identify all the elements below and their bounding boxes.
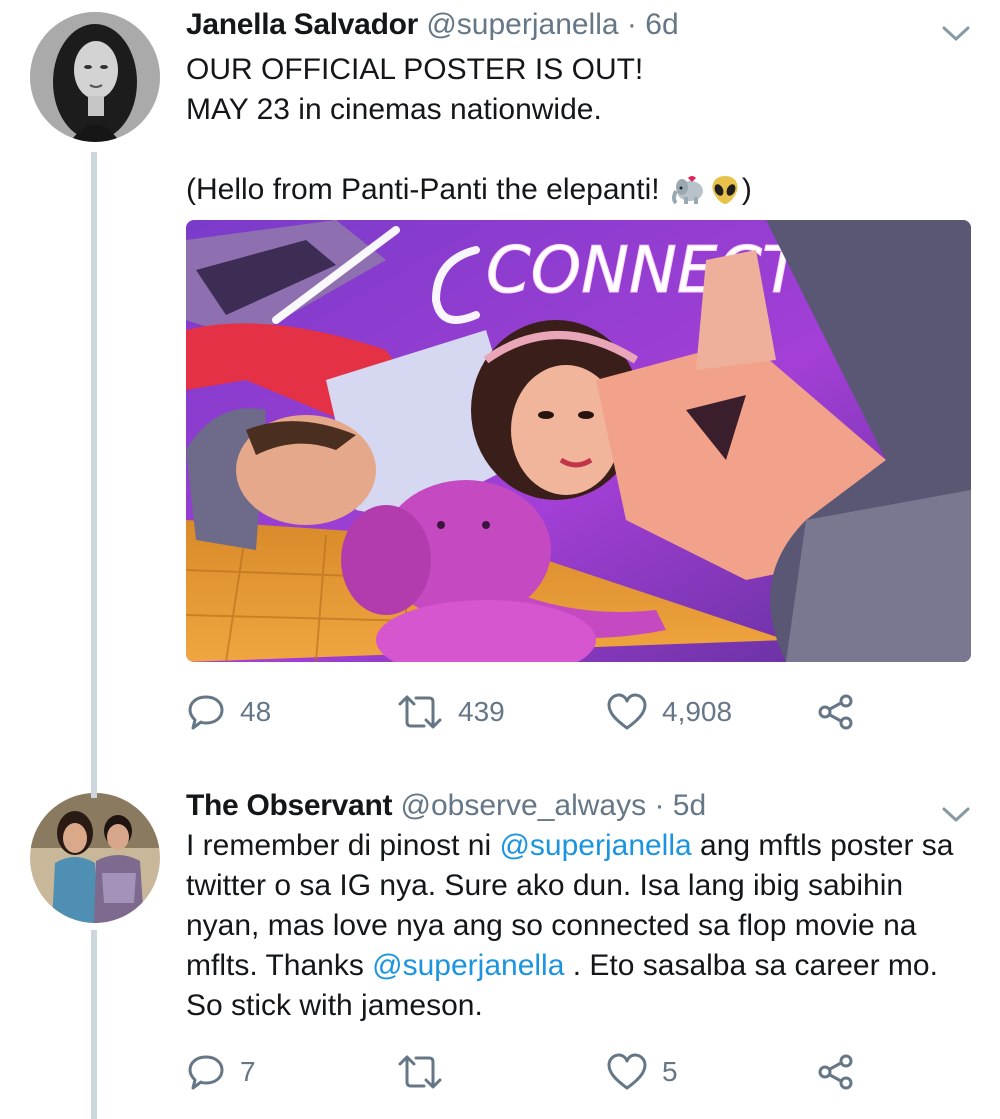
retweet-icon: [398, 1055, 442, 1089]
tweet[interactable]: The Observant @observe_always · 5d I rem…: [0, 785, 1000, 1119]
timestamp[interactable]: 6d: [645, 8, 678, 41]
alien-emoji-icon: [712, 176, 738, 204]
tweet-text: OUR OFFICIAL POSTER IS OUT! MAY 23 in ci…: [186, 50, 976, 210]
avatar[interactable]: [30, 12, 160, 142]
heart-icon: [607, 1053, 647, 1090]
text-segment: I remember di pinost ni: [186, 829, 500, 862]
reply-button[interactable]: 48: [186, 690, 271, 734]
share-button[interactable]: [816, 1050, 856, 1094]
share-button[interactable]: [816, 690, 856, 734]
elephant-emoji-icon: [671, 176, 703, 205]
reply-button[interactable]: 7: [186, 1050, 256, 1094]
separator-dot: ·: [626, 8, 637, 41]
retweet-button[interactable]: [396, 1050, 458, 1094]
chevron-down-icon[interactable]: [940, 22, 972, 44]
thread-line-top: [91, 785, 97, 798]
author-name[interactable]: The Observant: [186, 789, 392, 822]
poster-image[interactable]: CONNECTE: [186, 220, 971, 662]
author-name[interactable]: Janella Salvador: [186, 8, 418, 41]
share-icon: [818, 694, 853, 730]
like-count: 4,908: [662, 696, 733, 727]
retweet-count: 439: [458, 696, 505, 727]
share-icon: [818, 1054, 853, 1090]
author-handle[interactable]: @observe_always: [401, 789, 647, 822]
tweet-line: OUR OFFICIAL POSTER IS OUT!: [186, 53, 644, 86]
like-button[interactable]: 4,908: [606, 690, 732, 734]
tweet-text: I remember di pinost ni @superjanella an…: [186, 826, 956, 1026]
tweet-header: The Observant @observe_always · 5d: [186, 787, 706, 825]
tweet-line: (Hello from Panti-Panti the elepanti! ): [186, 170, 976, 210]
reply-count: 7: [240, 1056, 256, 1087]
tweet-line: MAY 23 in cinemas nationwide.: [186, 93, 602, 126]
retweet-icon: [398, 695, 442, 729]
chevron-down-icon[interactable]: [940, 803, 972, 825]
tweet-actions: 7 5: [186, 1050, 886, 1094]
thread-line: [91, 152, 97, 785]
reply-count: 48: [240, 696, 272, 727]
paren-close: ): [741, 173, 752, 206]
tweet-header: Janella Salvador @superjanella · 6d: [186, 6, 679, 44]
paren-text: (Hello from Panti-Panti the elepanti!: [186, 173, 668, 206]
avatar[interactable]: [30, 793, 160, 923]
separator-dot: ·: [654, 789, 665, 822]
like-button[interactable]: 5: [606, 1050, 678, 1094]
mention-link[interactable]: @superjanella: [372, 949, 564, 982]
retweet-button[interactable]: 439: [396, 690, 505, 734]
mention-link[interactable]: @superjanella: [499, 829, 691, 862]
reply-icon: [188, 1055, 224, 1090]
tweet-paragraph: I remember di pinost ni @superjanella an…: [186, 826, 956, 1026]
timestamp[interactable]: 5d: [673, 789, 706, 822]
heart-icon: [607, 693, 647, 730]
reply-icon: [188, 695, 224, 730]
tweet-actions: 48 439 4,908: [186, 690, 886, 734]
thread-line: [91, 930, 97, 1119]
author-handle[interactable]: @superjanella: [426, 8, 618, 41]
like-count: 5: [662, 1056, 678, 1087]
tweet[interactable]: Janella Salvador @superjanella · 6d OUR …: [0, 0, 1000, 785]
